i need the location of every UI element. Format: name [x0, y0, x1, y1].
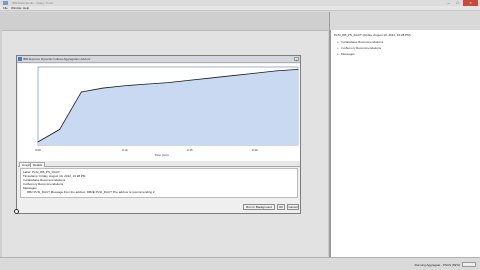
menu-help[interactable]: Help — [23, 6, 29, 11]
dialog-close-button[interactable]: × — [294, 57, 299, 62]
dialog-title-bar[interactable]: IBM Express Dynamic Indices Aggregation … — [17, 56, 300, 63]
app-icon — [3, 1, 8, 5]
data-point — [59, 129, 61, 130]
tree-item-label: In-Database Recommendations — [341, 40, 384, 44]
x-tick-label: 0:10 — [122, 148, 128, 152]
x-tick-label: 0:15 — [187, 148, 193, 152]
tree-item-label: In-Memory Recommendations — [341, 46, 382, 50]
advisor-dialog: IBM Express Dynamic Indices Aggregation … — [16, 55, 301, 214]
data-point — [145, 83, 147, 85]
ok-button[interactable]: OK — [277, 204, 285, 210]
data-point — [275, 70, 277, 72]
data-point — [297, 68, 299, 70]
status-bar: Running Aggregate - PSCS (69%) — [0, 257, 480, 270]
data-point — [37, 141, 39, 143]
data-point — [80, 91, 82, 93]
expand-icon[interactable]: + — [337, 40, 340, 44]
menu-bar: File Window Help — [0, 6, 480, 11]
progress-indicator[interactable] — [462, 262, 476, 267]
data-point — [102, 87, 104, 89]
results-title: PLSI_DB_PS_DACT (Friday, August 10, 2012… — [334, 33, 411, 37]
detail-line: DB2 PLSI_DACT Message from the advisor: … — [27, 190, 155, 194]
tree-item-label: Messages — [341, 52, 355, 56]
data-point — [189, 79, 191, 81]
data-point — [232, 75, 234, 76]
cancel-button[interactable]: Cancel — [287, 204, 299, 210]
chart-area: 0:00 0:10 0:15 0:30 Time (min) — [18, 64, 300, 161]
menu-file[interactable]: File — [3, 6, 8, 11]
run-in-background-button[interactable]: Run In Background — [243, 204, 275, 210]
window-title: IBM Data Studio - Query Tuner — [12, 1, 54, 5]
data-point — [254, 72, 256, 74]
pin-icon[interactable] — [14, 209, 19, 214]
tree-item-in-database[interactable]: + In-Database Recommendations — [337, 40, 383, 44]
data-point — [167, 82, 169, 83]
x-tick-label: 0:30 — [252, 148, 258, 152]
data-point — [210, 77, 212, 79]
status-text: Running Aggregate - PSCS (69%) — [414, 263, 460, 267]
progress-chart: 0:00 0:10 0:15 0:30 Time (min) — [35, 66, 299, 157]
details-text: Label: PLSI_DB_PS_DACT Timestamp: Friday… — [20, 168, 298, 198]
tree-item-messages[interactable]: + Messages — [337, 52, 355, 56]
x-tick-label: 0:00 — [35, 148, 41, 152]
dialog-title: IBM Express Dynamic Indices Aggregation … — [23, 57, 91, 61]
tree-item-in-memory[interactable]: + In-Memory Recommendations — [337, 46, 381, 50]
tab-details[interactable]: Details — [30, 162, 46, 167]
menu-window[interactable]: Window — [11, 6, 22, 11]
data-point — [124, 85, 126, 87]
dialog-app-icon — [18, 57, 22, 61]
expand-icon[interactable]: + — [337, 52, 340, 56]
x-axis-label: Time (min) — [154, 153, 168, 157]
dialog-tabs: Graph Details — [18, 161, 300, 167]
results-panel: PLSI_DB_PS_DACT (Friday, August 10, 2012… — [330, 30, 480, 257]
expand-icon[interactable]: + — [337, 46, 340, 50]
